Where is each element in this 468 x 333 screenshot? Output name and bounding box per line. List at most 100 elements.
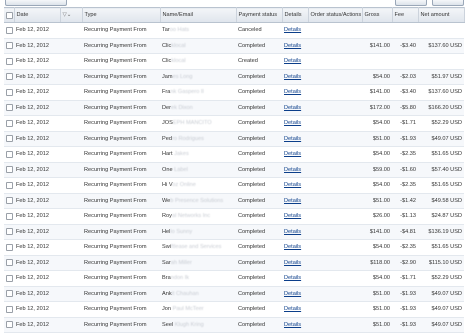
row-checkbox[interactable] xyxy=(6,73,13,81)
select-all-checkbox[interactable] xyxy=(6,11,13,19)
row-select-cell[interactable] xyxy=(4,131,14,147)
name-redacted: ftlease and Services xyxy=(171,244,222,251)
row-select-cell[interactable] xyxy=(4,208,14,225)
row-checkbox[interactable] xyxy=(6,243,13,251)
table-row[interactable]: Feb 12, 2012 Recurring Payment From Clickl… xyxy=(4,38,464,54)
header-date[interactable]: Date xyxy=(14,7,61,23)
row-select-cell[interactable] xyxy=(4,100,14,116)
row-payment-status: Completed xyxy=(236,115,282,132)
row-checkbox[interactable] xyxy=(6,321,13,329)
row-checkbox[interactable] xyxy=(6,290,13,298)
row-checkbox[interactable] xyxy=(6,166,13,174)
row-select-cell[interactable] xyxy=(4,115,14,132)
previous-page-button[interactable] xyxy=(395,0,427,6)
row-checkbox[interactable] xyxy=(6,259,13,267)
header-type[interactable]: Type xyxy=(82,7,161,23)
table-row[interactable]: Feb 12, 2012 Recurring Payment From Jon Pa… xyxy=(4,301,464,318)
details-link[interactable]: Details xyxy=(284,244,301,250)
details-link[interactable]: Details xyxy=(284,322,301,328)
table-row[interactable]: Feb 12, 2012 Recurring Payment From Taroo … xyxy=(4,22,464,39)
row-checkbox[interactable] xyxy=(6,305,13,313)
sort-icon[interactable]: ▽⌄ xyxy=(63,12,72,18)
details-link[interactable]: Details xyxy=(284,229,301,235)
table-row[interactable]: Feb 12, 2012 Recurring Payment From Frank … xyxy=(4,84,464,101)
header-net-amount[interactable]: Net amount xyxy=(418,7,465,23)
row-select-cell[interactable] xyxy=(4,22,14,39)
header-fee[interactable]: Fee xyxy=(392,7,419,23)
row-select-cell[interactable] xyxy=(4,146,14,163)
details-link[interactable]: Details xyxy=(284,120,301,126)
row-checkbox[interactable] xyxy=(6,119,13,127)
table-row[interactable]: Feb 12, 2012 Recurring Payment From Hart J… xyxy=(4,146,464,163)
details-link[interactable]: Details xyxy=(284,58,301,64)
row-select-cell[interactable] xyxy=(4,224,14,240)
details-link[interactable]: Details xyxy=(284,89,301,95)
row-select-cell[interactable] xyxy=(4,286,14,302)
row-checkbox[interactable] xyxy=(6,88,13,96)
table-row[interactable]: Feb 12, 2012 Recurring Payment From Seel K… xyxy=(4,317,464,333)
details-link[interactable]: Details xyxy=(284,167,301,173)
details-link[interactable]: Details xyxy=(284,198,301,204)
table-row[interactable]: Feb 12, 2012 Recurring Payment From James … xyxy=(4,69,464,85)
table-row[interactable]: Feb 12, 2012 Recurring Payment From Clickl… xyxy=(4,53,464,70)
row-select-cell[interactable] xyxy=(4,53,14,70)
row-checkbox[interactable] xyxy=(6,57,13,65)
row-select-cell[interactable] xyxy=(4,301,14,318)
table-row[interactable]: Feb 12, 2012 Recurring Payment From Derek … xyxy=(4,100,464,116)
row-checkbox[interactable] xyxy=(6,104,13,112)
table-row[interactable]: Feb 12, 2012 Recurring Payment From Sarah … xyxy=(4,255,464,271)
row-spacer xyxy=(60,53,82,70)
row-checkbox[interactable] xyxy=(6,274,13,282)
header-payment-status[interactable]: Payment status xyxy=(236,7,283,23)
details-link[interactable]: Details xyxy=(284,105,301,111)
table-row[interactable]: Feb 12, 2012 Recurring Payment From JOSEPH… xyxy=(4,115,464,132)
details-link[interactable]: Details xyxy=(284,43,301,49)
table-row[interactable]: Feb 12, 2012 Recurring Payment From Hello … xyxy=(4,224,464,240)
name-redacted: it Chauhan xyxy=(171,290,199,297)
row-checkbox[interactable] xyxy=(6,228,13,236)
row-select-cell[interactable] xyxy=(4,270,14,287)
header-gross[interactable]: Gross xyxy=(362,7,393,23)
row-checkbox[interactable] xyxy=(6,212,13,220)
details-link[interactable]: Details xyxy=(284,306,301,312)
table-row[interactable]: Feb 12, 2012 Recurring Payment From Swiftl… xyxy=(4,239,464,256)
row-details-cell: Details xyxy=(282,255,308,271)
row-select-cell[interactable] xyxy=(4,193,14,209)
row-checkbox[interactable] xyxy=(6,135,13,143)
details-link[interactable]: Details xyxy=(284,275,301,281)
row-select-cell[interactable] xyxy=(4,317,14,333)
details-link[interactable]: Details xyxy=(284,27,301,33)
details-link[interactable]: Details xyxy=(284,74,301,80)
next-page-button[interactable] xyxy=(432,0,464,6)
table-row[interactable]: Feb 12, 2012 Recurring Payment From Hi Voz… xyxy=(4,177,464,194)
header-date-sort[interactable]: ▽⌄ xyxy=(60,7,83,23)
row-select-cell[interactable] xyxy=(4,239,14,256)
details-link[interactable]: Details xyxy=(284,260,301,266)
row-select-cell[interactable] xyxy=(4,255,14,271)
row-select-cell[interactable] xyxy=(4,69,14,85)
select-all-cell[interactable] xyxy=(4,7,15,23)
table-row[interactable]: Feb 12, 2012 Recurring Payment From Royal … xyxy=(4,208,464,225)
row-checkbox[interactable] xyxy=(6,197,13,205)
row-details-cell: Details xyxy=(282,301,308,318)
row-select-cell[interactable] xyxy=(4,84,14,101)
table-row[interactable]: Feb 12, 2012 Recurring Payment From Brando… xyxy=(4,270,464,287)
row-checkbox[interactable] xyxy=(6,42,13,50)
row-select-cell[interactable] xyxy=(4,162,14,178)
details-link[interactable]: Details xyxy=(284,213,301,219)
header-name-email[interactable]: Name/Email xyxy=(160,7,237,23)
details-link[interactable]: Details xyxy=(284,182,301,188)
table-row[interactable]: Feb 12, 2012 Recurring Payment From Web Pr… xyxy=(4,193,464,209)
table-row[interactable]: Feb 12, 2012 Recurring Payment From Ankit … xyxy=(4,286,464,302)
row-select-cell[interactable] xyxy=(4,38,14,54)
row-checkbox[interactable] xyxy=(6,26,13,34)
row-checkbox[interactable] xyxy=(6,150,13,158)
row-checkbox[interactable] xyxy=(6,181,13,189)
archive-button[interactable] xyxy=(5,0,67,6)
details-link[interactable]: Details xyxy=(284,136,301,142)
details-link[interactable]: Details xyxy=(284,151,301,157)
row-select-cell[interactable] xyxy=(4,177,14,194)
table-row[interactable]: Feb 12, 2012 Recurring Payment From Pedro … xyxy=(4,131,464,147)
details-link[interactable]: Details xyxy=(284,291,301,297)
table-row[interactable]: Feb 12, 2012 Recurring Payment From One La… xyxy=(4,162,464,178)
